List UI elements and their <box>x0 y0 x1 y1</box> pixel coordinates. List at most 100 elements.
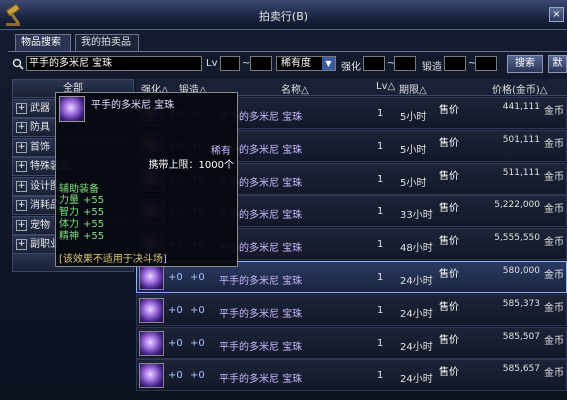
close-button[interactable]: × <box>549 7 564 22</box>
level-min-field[interactable] <box>220 56 240 71</box>
row-price-unit: 金币 <box>544 335 564 347</box>
expand-plus-icon[interactable]: + <box>16 141 27 153</box>
row-enhance: +0 <box>168 304 183 316</box>
row-time-left: 24小时 <box>400 341 433 353</box>
sidebar-category-label: 宠物 <box>30 219 50 231</box>
row-level: 1 <box>377 206 384 218</box>
row-sell-label: 售价 <box>439 105 459 116</box>
row-price: 5,555,550 <box>494 233 540 244</box>
level-max-field[interactable] <box>250 56 272 71</box>
row-sell-label: 售价 <box>439 137 459 149</box>
row-level: 1 <box>377 370 384 382</box>
row-forge: +0 <box>190 370 205 382</box>
forge-max-field[interactable] <box>475 56 497 71</box>
row-price: 5,222,000 <box>494 200 540 211</box>
expand-plus-icon[interactable]: + <box>16 200 27 211</box>
row-enhance: +0 <box>168 337 183 349</box>
row-price: 501,111 <box>502 134 540 145</box>
row-enhance: +0 <box>168 272 183 283</box>
row-price-unit: 金币 <box>544 106 564 117</box>
expand-plus-icon[interactable]: + <box>16 161 27 172</box>
row-time-left: 24小时 <box>400 308 433 320</box>
expand-plus-icon[interactable]: + <box>16 239 27 250</box>
tooltip-stack-limit: 携带上限：1000个 <box>148 160 234 171</box>
row-price: 580,000 <box>502 266 540 276</box>
rarity-value: 稀有度 <box>281 58 311 69</box>
row-item-name: 平手的多米尼 宝珠 <box>219 308 303 320</box>
row-level: 1 <box>377 108 384 119</box>
row-forge: +0 <box>190 304 205 316</box>
row-item-name: 平手的多米尼 宝珠 <box>219 341 303 353</box>
row-level: 1 <box>377 272 384 283</box>
rarity-dropdown[interactable]: 稀有度 ▼ <box>276 56 336 71</box>
search-icon <box>12 58 24 70</box>
row-time-left: 5小时 <box>400 144 427 156</box>
expand-plus-icon[interactable]: + <box>16 180 27 192</box>
row-forge: +0 <box>190 337 205 349</box>
sidebar-category-label: 武器 <box>30 102 50 114</box>
expand-plus-icon[interactable]: + <box>16 219 27 231</box>
row-time-left: 48小时 <box>400 243 433 255</box>
row-forge: +0 <box>190 272 205 283</box>
item-orb-icon <box>139 363 164 389</box>
row-enhance: +0 <box>168 370 183 382</box>
search-button[interactable]: 搜索 <box>507 55 543 73</box>
row-price-unit: 金币 <box>544 368 564 380</box>
row-sell-label: 售价 <box>439 269 459 280</box>
row-price-unit: 金币 <box>544 302 564 314</box>
table-row[interactable]: +0 +0 平手的多米尼 宝珠 1 24小时 售价 585,657 金币 <box>136 359 567 392</box>
search-input[interactable]: 平手的多米尼 宝珠 <box>26 56 202 71</box>
item-orb-icon <box>139 297 164 323</box>
item-tooltip: 平手的多米尼 宝珠 稀有 携带上限：1000个 辅助装备 力量 +55 智力 +55… <box>55 92 238 267</box>
column-level[interactable]: Lv△ <box>376 81 395 92</box>
row-level: 1 <box>377 304 384 316</box>
enhance-max-field[interactable] <box>394 56 416 71</box>
row-price: 511,111 <box>502 167 540 178</box>
tab-item-search[interactable]: 物品搜索 <box>15 34 71 51</box>
tooltip-item-name: 平手的多米尼 宝珠 <box>91 100 175 111</box>
row-price-unit: 金币 <box>544 237 564 249</box>
row-level: 1 <box>377 239 384 251</box>
sidebar-category-label: 首饰 <box>30 141 50 153</box>
search-bar: 平手的多米尼 宝珠 Lv ~ 稀有度 ▼ 强化 ~ 锻造 ~ 搜索 默 <box>8 51 567 75</box>
row-price: 585,657 <box>502 364 540 375</box>
enhance-min-field[interactable] <box>363 56 385 71</box>
row-sell-label: 售价 <box>439 334 459 346</box>
row-sell-label: 售价 <box>439 301 459 313</box>
row-sell-label: 售价 <box>439 367 459 379</box>
forge-label: 锻造 <box>422 62 442 73</box>
table-row[interactable]: +0 +0 平手的多米尼 宝珠 1 24小时 售价 585,507 金币 <box>136 326 567 359</box>
enhance-label: 强化 <box>341 62 361 73</box>
row-price-unit: 金币 <box>544 204 564 216</box>
tooltip-stat-spirit: 精神 +55 <box>59 231 105 242</box>
row-item-name: 平手的多米尼 宝珠 <box>219 374 303 386</box>
row-time-left: 33小时 <box>400 210 433 222</box>
row-item-name: 平手的多米尼 宝珠 <box>219 276 303 287</box>
row-time-left: 5小时 <box>400 177 427 189</box>
expand-plus-icon[interactable]: + <box>16 102 27 114</box>
column-time[interactable]: 期限△ <box>399 81 427 96</box>
column-price[interactable]: 价格(金币)△ <box>492 81 548 96</box>
item-orb-icon <box>139 265 164 290</box>
table-row[interactable]: +0 +0 平手的多米尼 宝珠 1 24小时 售价 585,373 金币 <box>136 293 567 326</box>
row-price: 585,373 <box>502 298 540 309</box>
row-sell-label: 售价 <box>439 203 459 215</box>
row-time-left: 24小时 <box>400 374 433 386</box>
column-name[interactable]: 名称△ <box>281 81 309 96</box>
default-button[interactable]: 默 <box>548 55 567 73</box>
row-time-left: 24小时 <box>400 276 433 287</box>
row-level: 1 <box>377 140 384 152</box>
row-price-unit: 金币 <box>544 270 564 281</box>
tab-my-auctions[interactable]: 我的拍卖品 <box>75 34 139 51</box>
sidebar-category-label: 防具 <box>30 122 50 133</box>
row-price: 585,507 <box>502 331 540 342</box>
row-sell-label: 售价 <box>439 236 459 248</box>
row-price: 441,111 <box>502 102 540 112</box>
row-level: 1 <box>377 337 384 349</box>
chevron-down-icon: ▼ <box>322 57 335 70</box>
tooltip-rarity: 稀有 <box>211 146 231 157</box>
level-label: Lv <box>206 58 218 69</box>
expand-plus-icon[interactable]: + <box>16 122 27 133</box>
forge-min-field[interactable] <box>444 56 466 71</box>
tooltip-note: [该效果不适用于决斗场] <box>59 254 167 265</box>
